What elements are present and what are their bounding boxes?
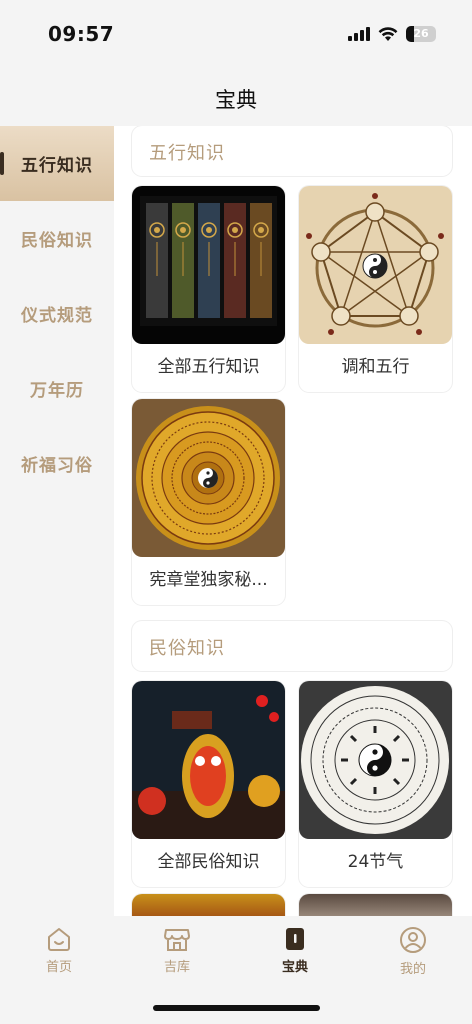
tab-label: 我的 [399,962,426,977]
status-icons: 26 [348,25,436,43]
sidebar-item-label: 祈福习俗 [21,456,93,476]
home-icon [48,928,70,951]
sidebar-item-label: 万年历 [30,381,84,401]
card-label: 24节气 [347,852,404,872]
card-label: 宪章堂独家秘... [149,570,268,590]
solar-terms-wheel-image [299,681,452,839]
tab-label: 吉库 [163,960,190,975]
screen: 09:57 26 宝典 五行知识 民俗知识 仪式规范 万年历 祈福习俗 五行知识… [0,0,472,1024]
content-panel: 五行知识 全部五行知识 调和五行 宪章堂独家秘... 民俗知识 全部民俗知识 2… [114,126,472,916]
battery-level: 26 [413,27,429,40]
tab-handbook[interactable]: 宝典 [236,926,354,975]
card-partial[interactable] [132,894,285,916]
status-time: 09:57 [48,22,115,46]
card-exclusive-secret[interactable]: 宪章堂独家秘... [132,399,285,605]
tab-label: 宝典 [281,960,308,975]
status-bar: 09:57 26 [0,0,472,70]
card-partial[interactable] [299,894,452,916]
section-header-wuxing: 五行知识 [132,126,452,176]
tab-home[interactable]: 首页 [0,926,118,975]
card-all-wuxing[interactable]: 全部五行知识 [132,186,285,392]
sidebar-item-wuxing[interactable]: 五行知识 [0,126,114,201]
card-all-folk[interactable]: 全部民俗知识 [132,681,285,887]
book-icon [286,928,304,950]
battery-icon: 26 [406,26,436,42]
sidebar-item-label: 民俗知识 [21,231,93,251]
tab-label: 首页 [45,960,72,975]
card-partial-image [132,894,285,916]
wifi-icon [378,26,398,41]
section-title: 民俗知识 [149,638,225,659]
card-solar-terms[interactable]: 24节气 [299,681,452,887]
sidebar-item-calendar[interactable]: 万年历 [0,351,114,426]
lantern-festival-image [132,681,285,839]
profile-icon [400,927,426,953]
tab-store[interactable]: 吉库 [118,926,236,975]
sidebar-item-label: 五行知识 [21,156,93,176]
tab-profile[interactable]: 我的 [354,926,472,977]
section-title: 五行知识 [149,143,225,164]
card-label: 调和五行 [341,357,410,377]
card-label: 全部民俗知识 [157,852,260,872]
card-label: 全部五行知识 [157,357,260,377]
sidebar-item-folk[interactable]: 民俗知识 [0,201,114,276]
section-header-folk: 民俗知识 [132,621,452,671]
sidebar-item-blessing[interactable]: 祈福习俗 [0,426,114,501]
card-partial-image [299,894,452,916]
category-sidebar: 五行知识 民俗知识 仪式规范 万年历 祈福习俗 [0,126,114,916]
five-element-scrolls-image [132,186,285,344]
luopan-compass-image [132,399,285,557]
signal-icon [348,27,370,41]
page-title: 宝典 [215,88,257,112]
sidebar-item-ritual[interactable]: 仪式规范 [0,276,114,351]
five-element-pentagram-image [299,186,452,344]
store-icon [164,929,190,951]
card-harmonize-wuxing[interactable]: 调和五行 [299,186,452,392]
home-indicator[interactable] [153,1005,320,1011]
sidebar-item-label: 仪式规范 [21,306,93,326]
